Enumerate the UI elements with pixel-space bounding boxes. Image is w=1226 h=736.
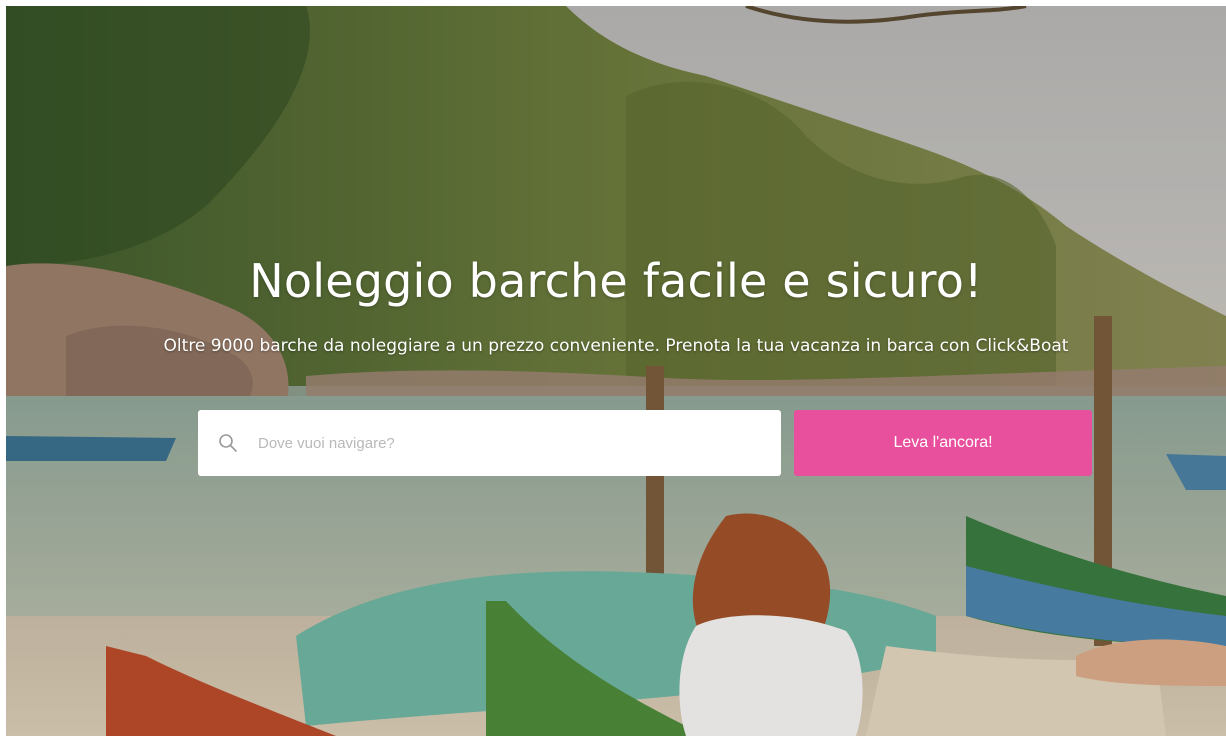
- hero-title: Noleggio barche facile e sicuro!: [249, 254, 983, 308]
- search-icon: [218, 433, 238, 453]
- hero-overlay: [6, 6, 1226, 736]
- destination-search-input[interactable]: [256, 422, 760, 464]
- hero-subtitle: Oltre 9000 barche da noleggiare a un pre…: [163, 336, 1069, 356]
- search-submit-button[interactable]: Leva l'ancora!: [794, 410, 1092, 476]
- hero-section: Noleggio barche facile e sicuro! Oltre 9…: [6, 6, 1226, 736]
- search-bar[interactable]: [198, 410, 781, 476]
